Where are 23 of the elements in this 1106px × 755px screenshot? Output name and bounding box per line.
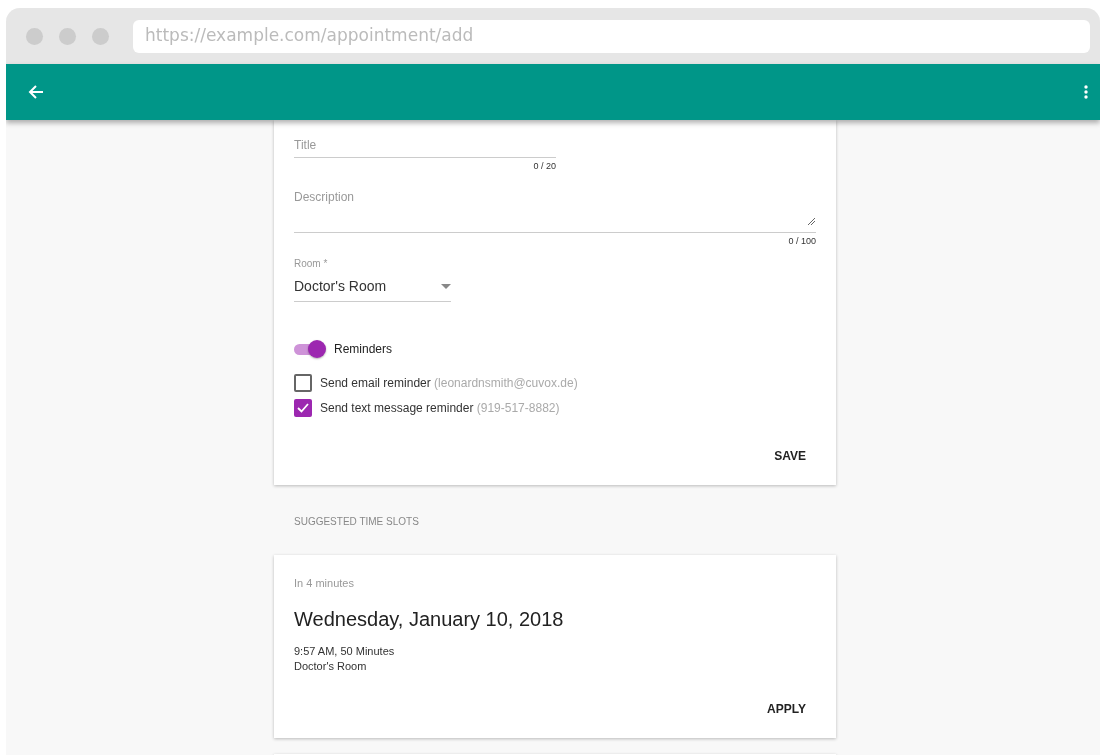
- checkbox[interactable]: [294, 399, 312, 417]
- relative-time: In 4 minutes: [294, 576, 355, 591]
- slot-room: Doctor's Room: [294, 658, 368, 674]
- apply-button[interactable]: APPLY: [757, 693, 816, 724]
- checkbox[interactable]: [294, 374, 312, 392]
- toggle-label: Reminders: [334, 341, 393, 358]
- option-label: Send email reminder (leonardnsmith@cuvox.de): [320, 375, 578, 392]
- dropdown-caret-icon: [441, 284, 451, 289]
- title-field[interactable]: Title: [294, 136, 556, 158]
- resize-handle-icon[interactable]: [808, 217, 815, 225]
- more-options-icon[interactable]: [1084, 85, 1088, 99]
- field-label: Room *: [294, 257, 329, 271]
- description-field[interactable]: Description: [294, 187, 816, 233]
- room-dropdown[interactable]: Doctor's Room: [294, 272, 451, 302]
- slot-date: Wednesday, January 10, 2018: [294, 606, 565, 632]
- slot-time: 9:57 AM, 50 Minutes: [294, 643, 396, 659]
- save-button[interactable]: SAVE: [764, 441, 816, 471]
- option-label: Send text message reminder (919-517-8882): [320, 400, 560, 417]
- character-counter: 0 / 20: [532, 160, 556, 173]
- reminders-toggle[interactable]: [294, 340, 326, 358]
- section-heading: SUGGESTED TIME SLOTS: [293, 515, 420, 529]
- back-arrow-icon[interactable]: [28, 84, 44, 100]
- character-counter: 0 / 100: [787, 234, 816, 248]
